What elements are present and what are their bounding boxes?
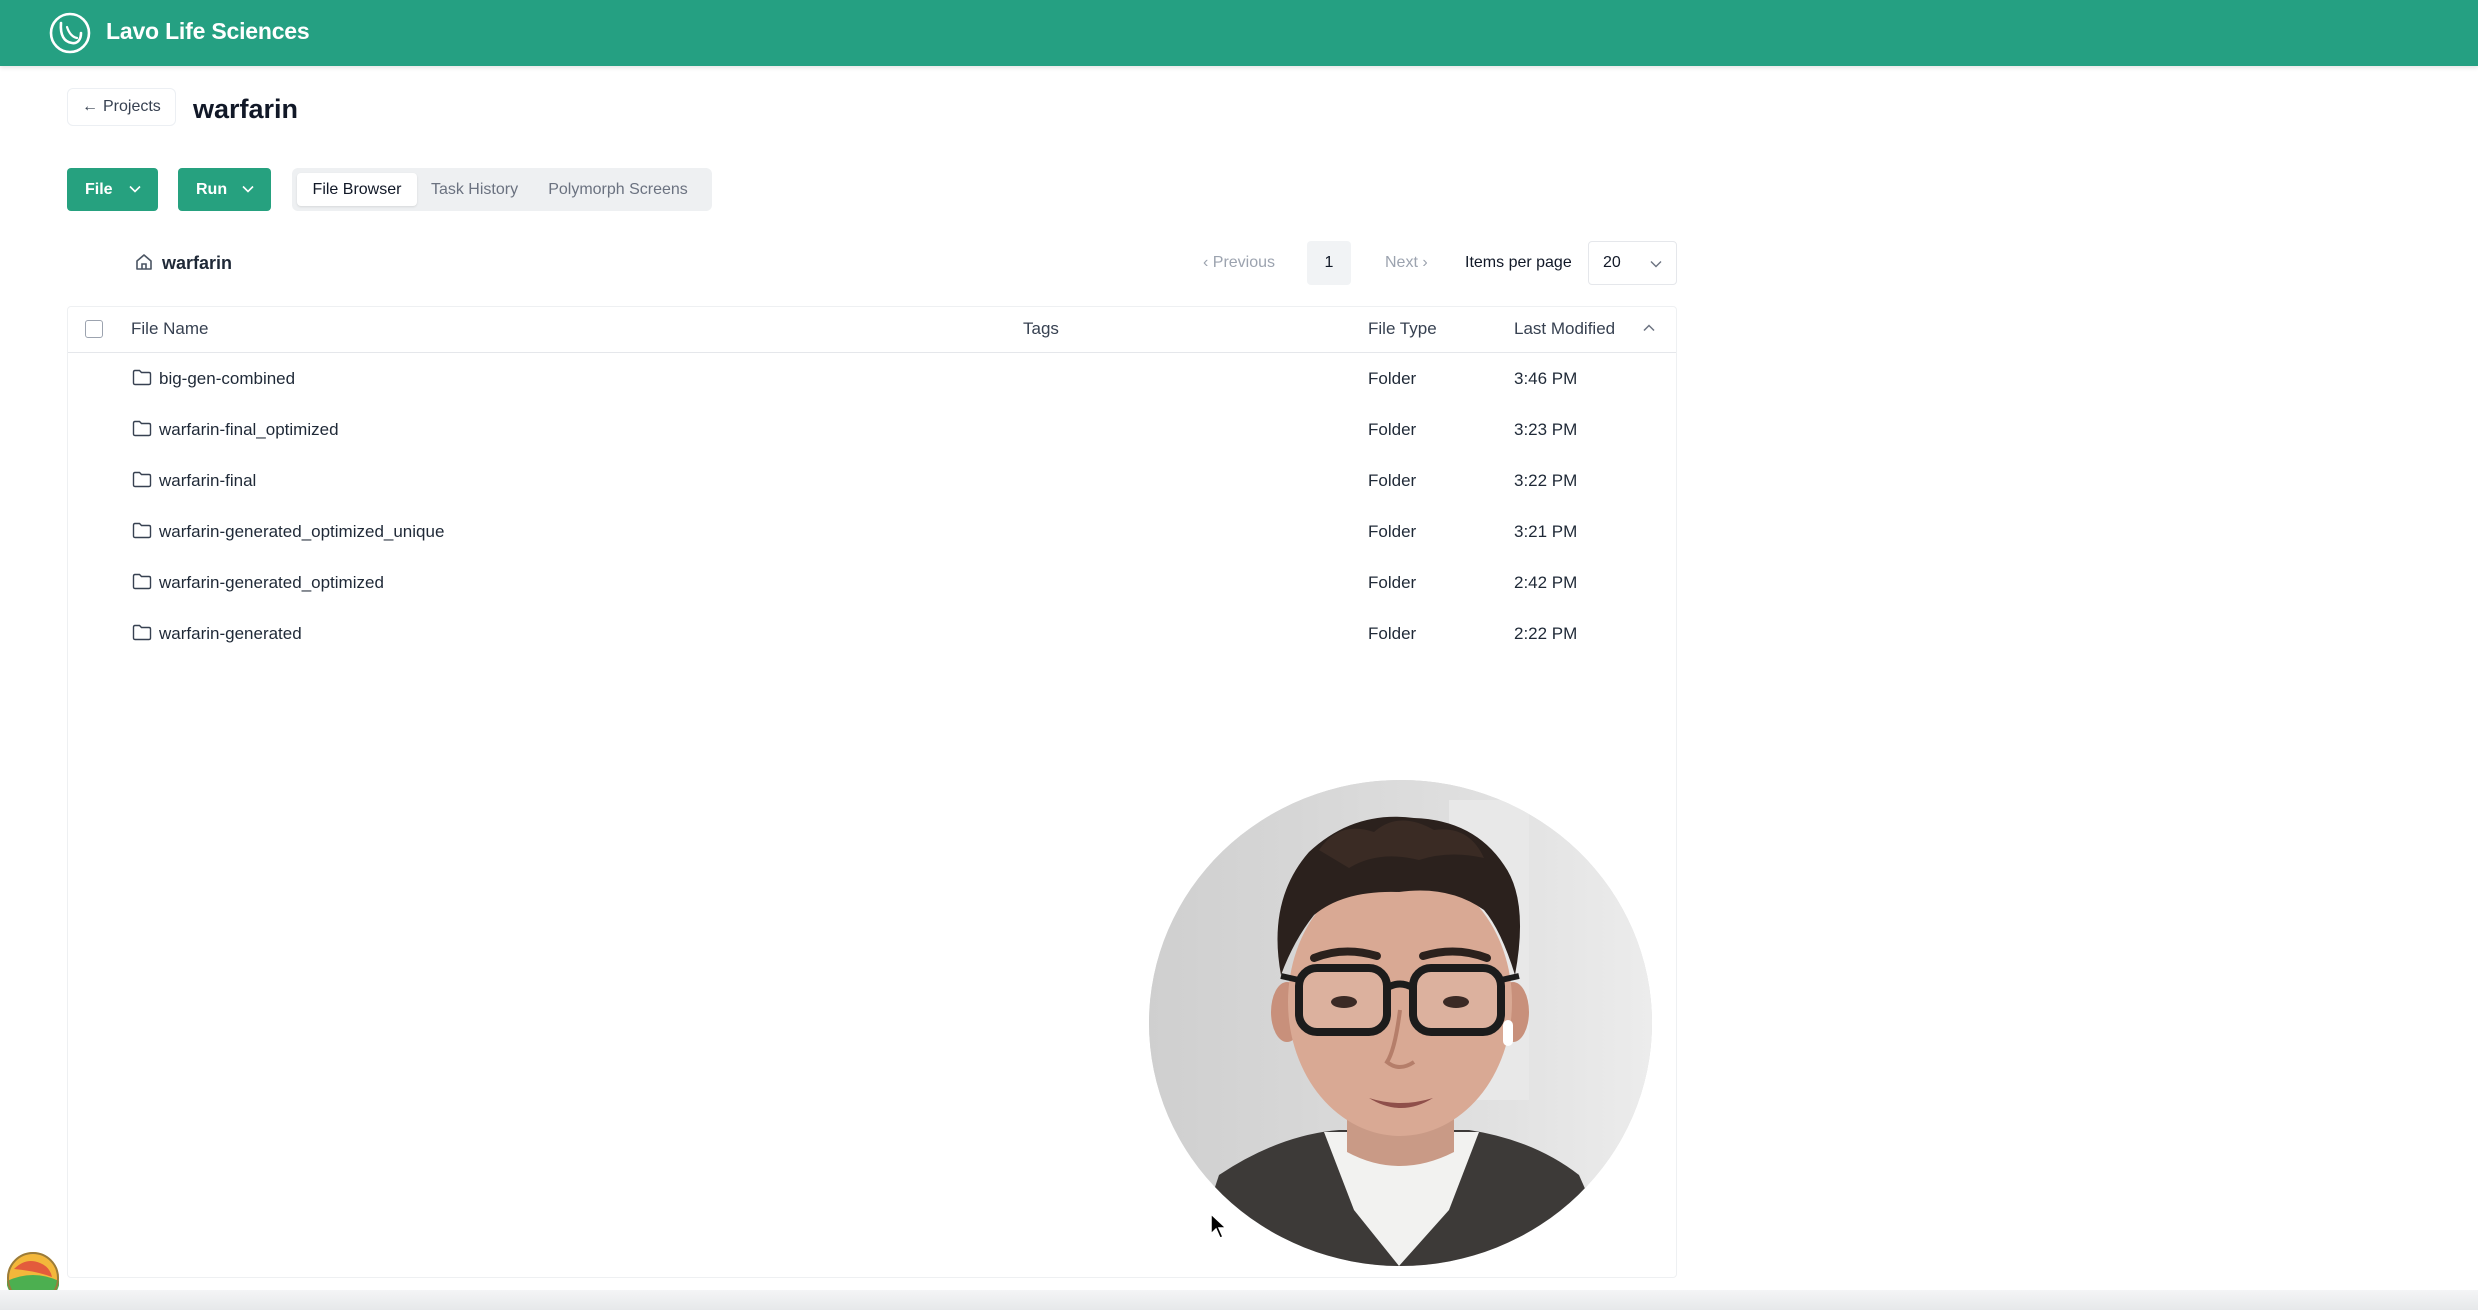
presenter-video [1149,780,1652,1266]
chevron-down-icon [242,185,254,193]
file-name[interactable]: warfarin-generated [159,608,302,659]
tab-task-history[interactable]: Task History [421,173,528,206]
arrow-left-icon: ← [82,98,98,115]
brand-name[interactable]: Lavo Life Sciences [106,0,310,62]
last-modified: 3:23 PM [1514,420,1578,439]
column-last-modified[interactable]: Last Modified [1514,307,1615,350]
home-icon[interactable] [134,252,154,272]
webcam-bubble [1149,780,1652,1266]
file-menu-button[interactable]: File [67,168,158,211]
run-menu-button[interactable]: Run [178,168,271,211]
items-per-page-select[interactable]: 20 [1588,241,1677,285]
chevron-up-icon[interactable] [1643,324,1655,332]
last-modified: 3:46 PM [1514,369,1578,388]
next-label: Next [1385,254,1418,271]
file-name[interactable]: big-gen-combined [159,353,295,404]
table-row[interactable]: big-gen-combined Folder 3:46 PM [68,353,1676,404]
file-type: Folder [1368,369,1417,388]
items-per-page-label: Items per page [1465,254,1572,271]
folder-icon [132,369,152,386]
file-name[interactable]: warfarin-generated_optimized_unique [159,506,444,557]
file-name[interactable]: warfarin-generated_optimized [159,557,384,608]
view-tabs: File Browser Task History Polymorph Scre… [292,168,712,211]
chevron-left-icon: ‹ [1203,254,1213,271]
table-row[interactable]: warfarin-generated_optimized Folder 2:42… [68,557,1676,608]
file-name[interactable]: warfarin-final [159,455,256,506]
last-modified: 3:22 PM [1514,471,1578,490]
chevron-down-icon [1650,261,1662,268]
back-label: Projects [103,98,161,115]
table-row[interactable]: warfarin-final Folder 3:22 PM [68,455,1676,506]
column-file-name[interactable]: File Name [131,307,208,350]
folder-icon [132,573,152,590]
file-name[interactable]: warfarin-final_optimized [159,404,339,455]
page-title: warfarin [193,94,299,124]
last-modified: 3:21 PM [1514,522,1578,541]
folder-icon [132,420,152,437]
chevron-down-icon [129,185,141,193]
file-type: Folder [1368,471,1417,490]
table-row[interactable]: warfarin-final_optimized Folder 3:23 PM [68,404,1676,455]
page-number-button[interactable]: 1 [1307,241,1351,285]
run-menu-label: Run [196,181,228,198]
previous-label: Previous [1212,254,1276,271]
table-row[interactable]: warfarin-generated_optimized_unique Fold… [68,506,1676,557]
breadcrumb[interactable]: warfarin [162,251,232,275]
folder-icon [132,624,152,641]
bottom-edge [0,1290,2478,1310]
select-all-checkbox[interactable] [85,320,103,338]
file-menu-label: File [85,181,113,198]
folder-icon [132,471,152,488]
tab-polymorph-screens[interactable]: Polymorph Screens [532,173,704,206]
previous-page-button[interactable]: ‹ Previous [1203,252,1275,274]
file-type: Folder [1368,522,1417,541]
back-to-projects-button[interactable]: ← Projects [67,88,176,126]
folder-icon [132,522,152,539]
tab-file-browser[interactable]: File Browser [297,173,417,206]
items-per-page-value: 20 [1603,254,1621,271]
cursor-icon [1210,1213,1228,1239]
logo-icon[interactable] [48,11,92,55]
last-modified: 2:22 PM [1514,624,1578,643]
table-header: File Name Tags File Type Last Modified [68,307,1676,353]
app-header: Lavo Life Sciences [0,0,2478,66]
last-modified: 2:42 PM [1514,573,1578,592]
next-page-button[interactable]: Next › [1385,252,1428,274]
column-file-type[interactable]: File Type [1368,307,1437,350]
chevron-right-icon: › [1417,254,1428,271]
file-type: Folder [1368,573,1417,592]
table-row[interactable]: warfarin-generated Folder 2:22 PM [68,608,1676,659]
file-type: Folder [1368,624,1417,643]
file-type: Folder [1368,420,1417,439]
column-tags[interactable]: Tags [1023,307,1059,350]
